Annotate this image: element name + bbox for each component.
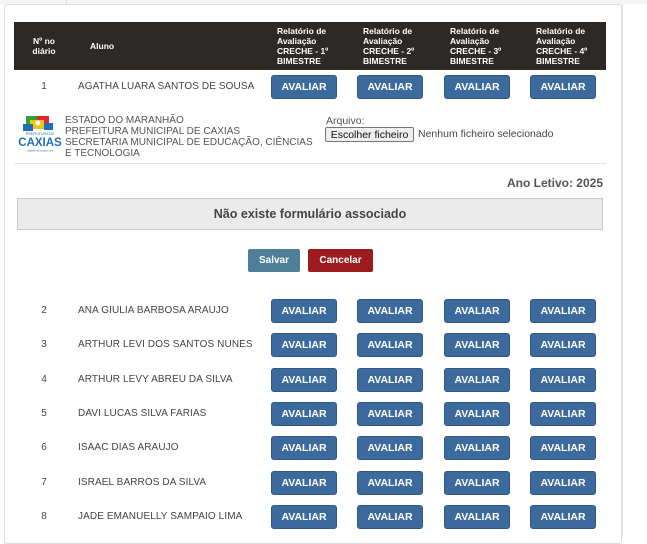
row-number: 3 [41,339,47,350]
header-aluno: Aluno [90,41,115,51]
table-row: 5 DAVI LUCAS SILVA FARIAS AVALIAR AVALIA… [14,399,606,429]
avaliar-button-bim2[interactable]: AVALIAR [357,402,423,426]
avaliar-button-bim1[interactable]: AVALIAR [271,436,337,460]
row-number: 2 [41,305,47,316]
avaliar-button-bim3[interactable]: AVALIAR [444,368,510,392]
avaliar-button-bim4[interactable]: AVALIAR [530,368,596,392]
row-number: 1 [41,81,47,92]
table-row: 8 JADE EMANUELLY SAMPAIO LIMA AVALIAR AV… [14,502,606,532]
student-name: DAVI LUCAS SILVA FARIAS [78,408,207,419]
header-relatorio-1: Relatório de Avaliação CRECHE - 1º BIMES… [277,26,329,66]
row-number: 5 [41,408,47,419]
student-name: ARTHUR LEVY ABREU DA SILVA [78,374,233,385]
panel-edge [622,4,623,535]
avaliar-button-bim1[interactable]: AVALIAR [271,333,337,357]
org-line-prefeitura: PREFEITURA MUNICIPAL DE CAXIAS [65,126,241,137]
avaliar-button-bim2[interactable]: AVALIAR [357,299,423,323]
avaliar-button-bim3[interactable]: AVALIAR [444,505,510,529]
avaliar-button-bim1[interactable]: AVALIAR [271,402,337,426]
student-name: ISAAC DIAS ARAUJO [78,442,179,453]
avaliar-button-bim4[interactable]: AVALIAR [530,75,596,99]
save-button[interactable]: Salvar [248,249,300,272]
org-header: ESTADO DO MARANHÃO PREFEITURA MUNICIPAL … [65,115,313,159]
avaliar-button-bim2[interactable]: AVALIAR [357,75,423,99]
student-name: ANA GIULIA BARBOSA ARAUJO [78,305,229,316]
table-row: 7 ISRAEL BARROS DA SILVA AVALIAR AVALIAR… [14,468,606,498]
avaliar-button-bim2[interactable]: AVALIAR [357,505,423,529]
header-relatorio-2: Relatório de Avaliação CRECHE - 2º BIMES… [363,26,415,66]
avaliar-button-bim1[interactable]: AVALIAR [271,368,337,392]
logo-main-text: CAXIAS [18,137,62,149]
table-row: 2 ANA GIULIA BARBOSA ARAUJO AVALIAR AVAL… [14,296,606,326]
header-relatorio-3: Relatório de Avaliação CRECHE - 3º BIMES… [450,26,502,66]
header-relatorio-4: Relatório de Avaliação CRECHE - 4º BIMES… [536,26,588,66]
file-label: Arquivo: [326,115,365,127]
row-number: 8 [41,511,47,522]
avaliar-button-bim4[interactable]: AVALIAR [530,299,596,323]
table-row: 1 AGATHA LUARA SANTOS DE SOUSA AVALIAR A… [14,72,606,102]
header-num: Nº no diário [32,36,56,56]
avaliar-button-bim2[interactable]: AVALIAR [357,333,423,357]
student-name: ISRAEL BARROS DA SILVA [78,477,207,488]
logo-top-text: PREFEITURA DE [26,132,55,136]
avaliar-button-bim4[interactable]: AVALIAR [530,471,596,495]
avaliar-button-bim4[interactable]: AVALIAR [530,402,596,426]
avaliar-button-bim3[interactable]: AVALIAR [444,299,510,323]
avaliar-button-bim1[interactable]: AVALIAR [271,505,337,529]
avaliar-button-bim3[interactable]: AVALIAR [444,436,510,460]
org-line-tecnologia: E TECNOLOGIA [65,148,140,159]
logo-sub-text: cidade de todos nós [27,149,54,153]
student-name: JADE EMANUELLY SAMPAIO LIMA [78,511,243,522]
row-number: 7 [41,477,47,488]
caxias-logo: PREFEITURA DE CAXIAS cidade de todos nós [18,116,62,153]
table-header: Nº no diário Aluno Relatório de Avaliaçã… [14,22,606,70]
avaliar-button-bim2[interactable]: AVALIAR [357,368,423,392]
cancel-button[interactable]: Cancelar [308,249,373,272]
no-form-message: Não existe formulário associado [17,198,603,230]
row-number: 4 [41,374,47,385]
avaliar-button-bim4[interactable]: AVALIAR [530,436,596,460]
avaliar-button-bim3[interactable]: AVALIAR [444,402,510,426]
divider [14,163,606,164]
avaliar-button-bim4[interactable]: AVALIAR [530,333,596,357]
table-row: 6 ISAAC DIAS ARAUJO AVALIAR AVALIAR AVAL… [14,433,606,463]
org-line-state: ESTADO DO MARANHÃO [65,115,184,126]
avaliar-button-bim3[interactable]: AVALIAR [444,471,510,495]
avaliar-button-bim3[interactable]: AVALIAR [444,333,510,357]
avaliar-button-bim1[interactable]: AVALIAR [271,75,337,99]
student-name: ARTHUR LEVI DOS SANTOS NUNES [78,339,253,350]
avaliar-button-bim4[interactable]: AVALIAR [530,505,596,529]
avaliar-button-bim2[interactable]: AVALIAR [357,471,423,495]
org-line-secretaria: SECRETARIA MUNICIPAL DE EDUCAÇÃO, CIÊNCI… [65,137,313,148]
file-status: Nenhum ficheiro selecionado [418,128,554,140]
student-name: AGATHA LUARA SANTOS DE SOUSA [78,81,255,92]
avaliar-button-bim2[interactable]: AVALIAR [357,436,423,460]
table-row: 3 ARTHUR LEVI DOS SANTOS NUNES AVALIAR A… [14,330,606,360]
table-row: 4 ARTHUR LEVY ABREU DA SILVA AVALIAR AVA… [14,365,606,395]
ano-letivo: Ano Letivo: 2025 [506,176,603,190]
avaliar-button-bim3[interactable]: AVALIAR [444,75,510,99]
avaliar-button-bim1[interactable]: AVALIAR [271,299,337,323]
choose-file-button[interactable]: Escolher ficheiro [325,127,414,142]
row-number: 6 [41,442,47,453]
avaliar-button-bim1[interactable]: AVALIAR [271,471,337,495]
